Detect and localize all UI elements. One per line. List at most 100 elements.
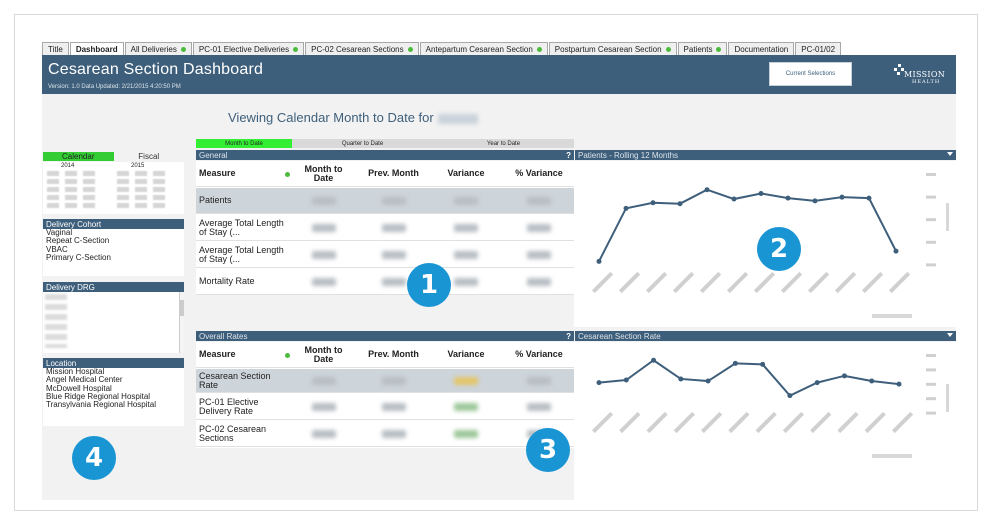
tab-documentation[interactable]: Documentation [728, 42, 795, 55]
data-point[interactable] [732, 360, 738, 366]
table-row[interactable]: PC-02 Cesarean Sections [196, 421, 574, 447]
status-dot-icon [285, 172, 290, 177]
value-cell-redacted [356, 394, 431, 419]
status-dot-icon [665, 46, 671, 52]
data-point[interactable] [705, 378, 711, 384]
data-point[interactable] [869, 378, 875, 384]
data-point[interactable] [896, 381, 902, 387]
column-header-measure[interactable]: Measure [199, 161, 279, 186]
data-point[interactable] [787, 393, 793, 399]
tab-quarter-to-date[interactable]: Quarter to Date [292, 139, 433, 148]
dashboard-header: Cesarean Section Dashboard Version: 1.0 … [42, 55, 956, 94]
tab-fiscal[interactable]: Fiscal [113, 152, 184, 161]
data-point[interactable] [893, 248, 899, 254]
column-header-mtd[interactable]: Month to Date [296, 342, 351, 367]
column-header-pct[interactable]: % Variance [506, 161, 572, 186]
data-point[interactable] [758, 190, 764, 196]
help-icon[interactable]: ? [566, 151, 571, 160]
tab-all-deliveries[interactable]: All Deliveries [124, 42, 192, 55]
month-column[interactable] [83, 171, 95, 211]
cesarean-chart [574, 342, 956, 500]
month-column[interactable] [47, 171, 59, 211]
redacted-value [381, 250, 406, 259]
tab-title[interactable]: Title [42, 42, 69, 55]
chart-menu-icon[interactable] [947, 333, 953, 337]
data-point[interactable] [760, 361, 766, 367]
tab-postpartum-cesarean-section[interactable]: Postpartum Cesarean Section [548, 42, 677, 55]
tab-label: Dashboard [75, 44, 118, 54]
table-row[interactable]: Cesarean Section Rate [196, 369, 574, 393]
table-row[interactable]: PC-01 Elective Delivery Rate [196, 394, 574, 420]
tab-antepartum-cesarean-section[interactable]: Antepartum Cesarean Section [419, 42, 548, 55]
y-tick-label-redacted [926, 173, 936, 176]
tab-calendar[interactable]: Calendar [43, 152, 114, 161]
list-item[interactable]: Transylvania Regional Hospital [46, 400, 184, 409]
x-tick-label-redacted [753, 271, 776, 294]
month-column[interactable] [153, 171, 165, 211]
table-row[interactable]: Average Total Length of Stay (... [196, 242, 574, 268]
column-header-mtd[interactable]: Month to Date [296, 161, 351, 186]
data-point[interactable] [841, 373, 847, 379]
table-row[interactable]: Average Total Length of Stay (... [196, 215, 574, 241]
tab-pc-01-elective-deliveries[interactable]: PC-01 Elective Deliveries [192, 42, 305, 55]
data-point[interactable] [866, 195, 872, 201]
patients-chart-heading: Patients - Rolling 12 Months [575, 150, 956, 160]
tab-dashboard[interactable]: Dashboard [69, 42, 124, 55]
tab-year-to-date[interactable]: Year to Date [433, 139, 574, 148]
data-point[interactable] [596, 258, 602, 264]
data-point[interactable] [678, 376, 684, 382]
redacted-value [454, 402, 478, 411]
year-2014[interactable]: 2014 [61, 163, 74, 169]
redacted-value [311, 277, 336, 286]
tab-pc-01-02[interactable]: PC-01/02 [795, 42, 842, 55]
general-heading: General ? [196, 150, 574, 160]
data-point[interactable] [812, 198, 818, 204]
data-point[interactable] [785, 195, 791, 201]
list-item[interactable]: Primary C-Section [46, 253, 184, 262]
drg-scrollbar[interactable] [179, 292, 184, 353]
redacted-value [454, 250, 478, 259]
column-header-measure[interactable]: Measure [199, 342, 279, 367]
value-cell-redacted [296, 269, 351, 294]
logo-text-health: HEALTH [912, 79, 941, 85]
data-point[interactable] [731, 196, 737, 202]
month-column[interactable] [135, 171, 147, 211]
month-column[interactable] [117, 171, 129, 211]
table-row[interactable]: Patients [196, 188, 574, 214]
tab-month-to-date[interactable]: Month to Date [196, 139, 292, 148]
scrollbar-thumb[interactable] [180, 300, 184, 316]
data-point[interactable] [704, 187, 710, 193]
data-point[interactable] [623, 205, 629, 211]
column-header-prev[interactable]: Prev. Month [356, 342, 431, 367]
column-header-variance[interactable]: Variance [436, 342, 496, 367]
delivery-drg-list[interactable] [43, 292, 184, 353]
year-2015[interactable]: 2015 [131, 163, 144, 169]
data-point[interactable] [677, 201, 683, 207]
redacted-value [527, 250, 551, 259]
redacted-value [527, 376, 551, 385]
data-point[interactable] [814, 380, 820, 386]
help-icon[interactable]: ? [566, 332, 571, 341]
data-point[interactable] [839, 194, 845, 200]
data-point[interactable] [651, 357, 657, 363]
x-tick-label-redacted [619, 411, 641, 434]
current-selections-button[interactable]: Current Selections [769, 62, 852, 86]
tab-patients[interactable]: Patients [677, 42, 728, 55]
chart-menu-icon[interactable] [947, 152, 953, 156]
redacted-value [454, 223, 478, 232]
tab-pc-02-cesarean-sections[interactable]: PC-02 Cesarean Sections [305, 42, 419, 55]
column-header-variance[interactable]: Variance [436, 161, 496, 186]
data-point[interactable] [650, 200, 656, 206]
column-header-prev[interactable]: Prev. Month [356, 161, 431, 186]
series-line [598, 359, 900, 397]
data-point[interactable] [596, 380, 602, 386]
month-column[interactable] [65, 171, 77, 211]
data-point[interactable] [623, 377, 629, 383]
tab-label: Postpartum Cesarean Section [554, 44, 662, 54]
general-table: Measure Month to Date Prev. Month Variance%… [196, 161, 574, 295]
table-row[interactable]: Mortality Rate [196, 269, 574, 295]
column-header-pct[interactable]: % Variance [506, 342, 572, 367]
period-value-redacted [437, 113, 478, 124]
page-title: Cesarean Section Dashboard [48, 61, 264, 78]
table-header-row: Measure Month to Date Prev. Month Variance%… [196, 342, 574, 368]
